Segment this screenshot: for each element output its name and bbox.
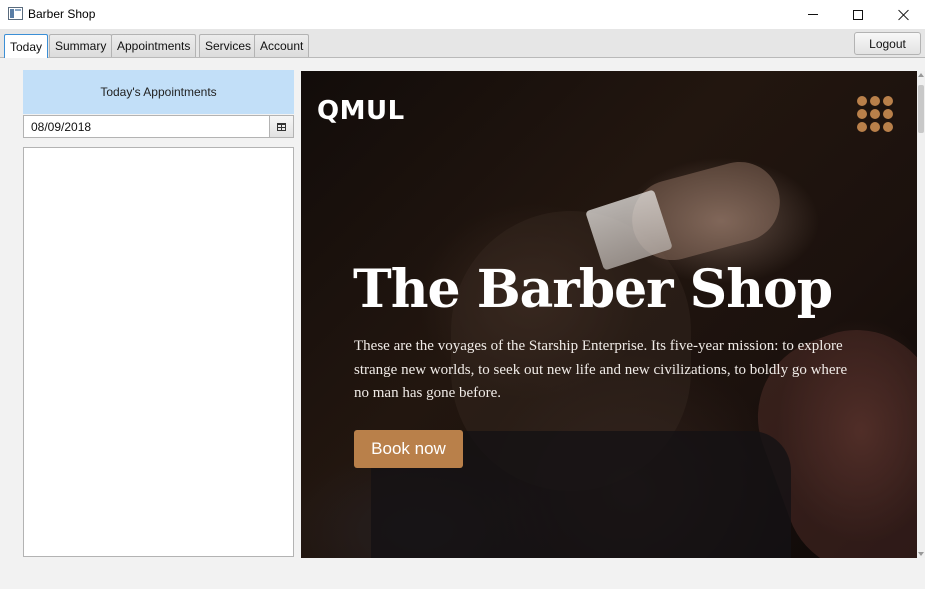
grid-dot [870, 96, 880, 106]
site-logo[interactable]: QMUL [317, 96, 405, 126]
grid-dot [857, 122, 867, 132]
web-view-scrollbar[interactable] [917, 71, 925, 558]
todays-appointments-header: Today's Appointments [23, 70, 294, 114]
window-app-icon [8, 7, 23, 20]
hero-description: These are the voyages of the Starship En… [354, 338, 848, 401]
appointments-list[interactable] [23, 147, 294, 557]
minimize-icon [808, 14, 818, 15]
calendar-icon [277, 122, 286, 131]
date-picker-field[interactable]: 08/09/2018 [23, 115, 270, 138]
hero-title: The Barber Shop [353, 259, 833, 320]
grid-dot [883, 109, 893, 119]
web-view-hero: QMUL The Barber Shop These are the voyag… [301, 71, 917, 558]
grid-dot [870, 109, 880, 119]
calendar-button[interactable] [269, 115, 294, 138]
tab-today[interactable]: Today [4, 34, 49, 58]
tab-services[interactable]: Services [199, 34, 258, 57]
grid-dot [883, 122, 893, 132]
close-button[interactable] [881, 0, 925, 29]
grid-dot [857, 96, 867, 106]
maximize-button[interactable] [835, 0, 881, 29]
grid-dot [870, 122, 880, 132]
scroll-thumb[interactable] [918, 85, 924, 133]
grid-dot [857, 109, 867, 119]
window-title: Barber Shop [28, 7, 96, 21]
scroll-up-arrow-icon[interactable] [918, 73, 924, 77]
maximize-icon [853, 9, 863, 20]
tab-appointments[interactable]: Appointments [111, 34, 197, 57]
apps-grid-icon[interactable] [857, 96, 893, 132]
tab-summary[interactable]: Summary [49, 34, 113, 57]
minimize-button[interactable] [790, 0, 836, 29]
tab-account[interactable]: Account [254, 34, 310, 57]
scroll-down-arrow-icon[interactable] [918, 552, 924, 556]
close-icon [898, 9, 910, 21]
logout-button[interactable]: Logout [854, 32, 921, 55]
title-bar: Barber Shop [0, 0, 925, 29]
book-now-button[interactable]: Book now [354, 430, 463, 468]
tab-strip: Today Summary Appointments Services Acco… [0, 29, 925, 58]
grid-dot [883, 96, 893, 106]
